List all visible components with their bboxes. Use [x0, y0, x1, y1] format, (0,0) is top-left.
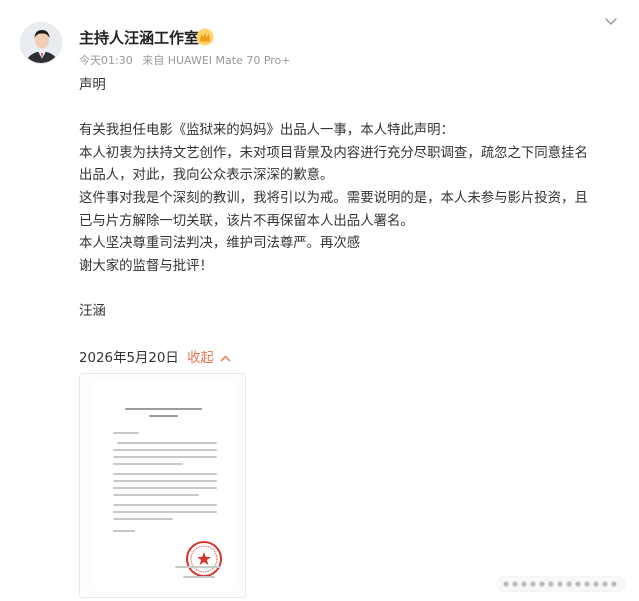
body-line: 本人初衷为扶持文艺创作，未对项目背景及内容进行充分尽职调查，疏忽之下同意挂名 — [79, 145, 588, 161]
doc-text-line — [113, 473, 217, 475]
red-seal-stamp — [186, 541, 222, 577]
doc-text-line — [113, 456, 217, 458]
date-row: 2026年5月20日 收起 — [79, 346, 231, 366]
doc-text-line — [113, 530, 135, 532]
author-avatar[interactable] — [20, 22, 62, 64]
attached-image-thumbnail[interactable] — [79, 373, 246, 598]
crown-badge-icon — [196, 28, 214, 46]
signature: 汪涵 — [79, 303, 106, 319]
body-line: 出品人，对此，我向公众表示深深的歉意。 — [79, 168, 334, 184]
document-page — [91, 380, 236, 590]
doc-title-line — [125, 408, 202, 410]
doc-text-line — [113, 511, 217, 513]
collapse-label: 收起 — [187, 351, 214, 366]
doc-text-line — [183, 576, 215, 578]
body-line: 声明 — [79, 78, 106, 93]
body-line: 有关我担任电影《监狱来的妈妈》出品人一事，本人特此声明： — [79, 123, 454, 139]
chevron-up-icon — [220, 354, 231, 361]
doc-text-line — [113, 432, 139, 434]
doc-text-line — [113, 487, 217, 489]
post-meta: 今天01:30 来自 HUAWEI Mate 70 Pro+ — [79, 52, 296, 68]
post-date: 2026年5月20日 — [79, 351, 179, 366]
chevron-down-icon[interactable] — [604, 14, 618, 28]
doc-text-line — [113, 463, 183, 465]
doc-text-line — [175, 566, 221, 568]
body-line: 本人坚决尊重司法判决，维护司法尊严。再次感 — [79, 236, 361, 252]
body-line: 这件事对我是个深刻的教训，我将引以为戒。需要说明的是，本人未参与影片投资，且 — [79, 190, 588, 206]
doc-text-line — [113, 480, 217, 482]
doc-subtitle-line — [149, 415, 178, 417]
doc-text-line — [113, 518, 173, 520]
body-line: 谢大家的监督与批评！ — [79, 258, 213, 274]
post-body: 声明 有关我担任电影《监狱来的妈妈》出品人一事，本人特此声明： 本人初衷为扶持文… — [79, 75, 624, 324]
doc-text-line — [113, 449, 217, 451]
doc-text-line — [117, 442, 217, 444]
collapse-button[interactable]: 收起 — [187, 351, 231, 366]
doc-text-line — [113, 494, 199, 496]
author-name[interactable]: 主持人汪涵工作室 — [79, 27, 199, 48]
body-line: 已与片方解除一切关联，该片不再保留本人出品人署名。 — [79, 213, 414, 229]
post-source: 来自 HUAWEI Mate 70 Pro+ — [142, 54, 291, 67]
doc-text-line — [113, 504, 217, 506]
post-time[interactable]: 今天01:30 — [79, 54, 133, 67]
ellipsis-dots-icon[interactable] — [496, 575, 626, 593]
